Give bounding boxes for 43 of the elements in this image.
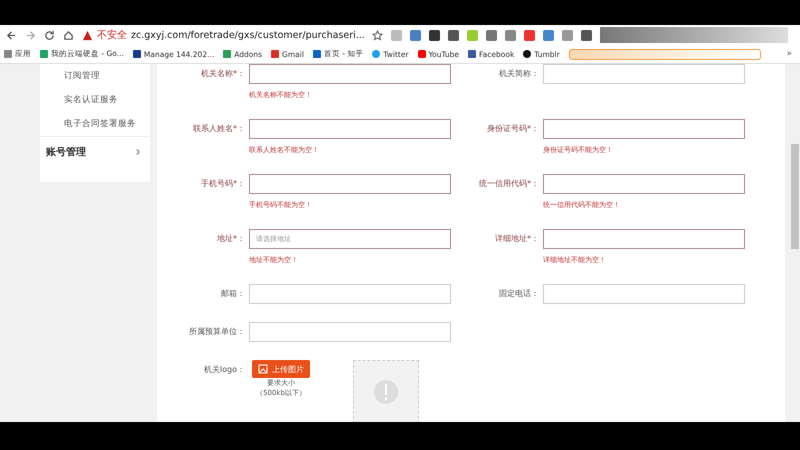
input-field[interactable] [543,174,745,194]
reload-icon[interactable] [44,30,55,40]
extension-icon[interactable] [429,30,440,40]
more-bookmarks[interactable]: » [786,49,796,59]
input-field[interactable] [543,64,745,84]
address-url[interactable]: zc.gxyj.com/foretrade/gxs/customer/purchaseri... [131,30,365,40]
field-label: 详细地址*： [494,233,539,245]
field-label: 机关名称*： [200,68,245,80]
extension-icon[interactable] [581,30,592,40]
upload-button[interactable]: 上传图片 [252,360,310,378]
input-field[interactable] [249,119,451,139]
input-field[interactable] [249,322,451,342]
input-field[interactable] [543,229,745,249]
sidebar-item[interactable]: 实名认证服务 [40,88,150,112]
input-field[interactable] [249,174,451,194]
input-field[interactable] [543,119,745,139]
image-icon [258,364,268,374]
field-label: 所属预算单位： [188,326,245,338]
field-label: 地址*： [216,233,245,245]
sidebar-item[interactable]: 电子合同签署服务 [40,112,150,136]
bookmark[interactable] [568,48,761,60]
input-field[interactable] [249,284,451,304]
input-field[interactable] [249,64,451,84]
field-label: 机关logo： [202,364,245,376]
input-field[interactable] [543,284,745,304]
forward-icon[interactable] [25,30,36,40]
field-label: 邮箱： [220,288,245,300]
chevron-icon [134,148,142,156]
extension-icon[interactable] [448,30,459,40]
sidebar-section[interactable]: 账号管理 [40,136,150,167]
back-icon[interactable] [6,30,17,40]
security-label: 不安全 [97,28,127,42]
field-label: 手机号码*： [200,178,245,190]
sidebar-item[interactable]: 订阅管理 [40,64,150,88]
field-label: 固定电话： [498,288,539,300]
field-label: 机关简称： [498,68,539,80]
star-icon[interactable] [372,30,383,40]
home-icon[interactable] [63,30,74,40]
field-label: 身份证号码*： [486,123,539,135]
field-label: 联系人姓名*： [192,123,245,135]
scrollbar-thumb[interactable] [791,144,799,249]
field-label: 统一信用代码*： [478,178,539,190]
warning-icon [82,30,93,40]
